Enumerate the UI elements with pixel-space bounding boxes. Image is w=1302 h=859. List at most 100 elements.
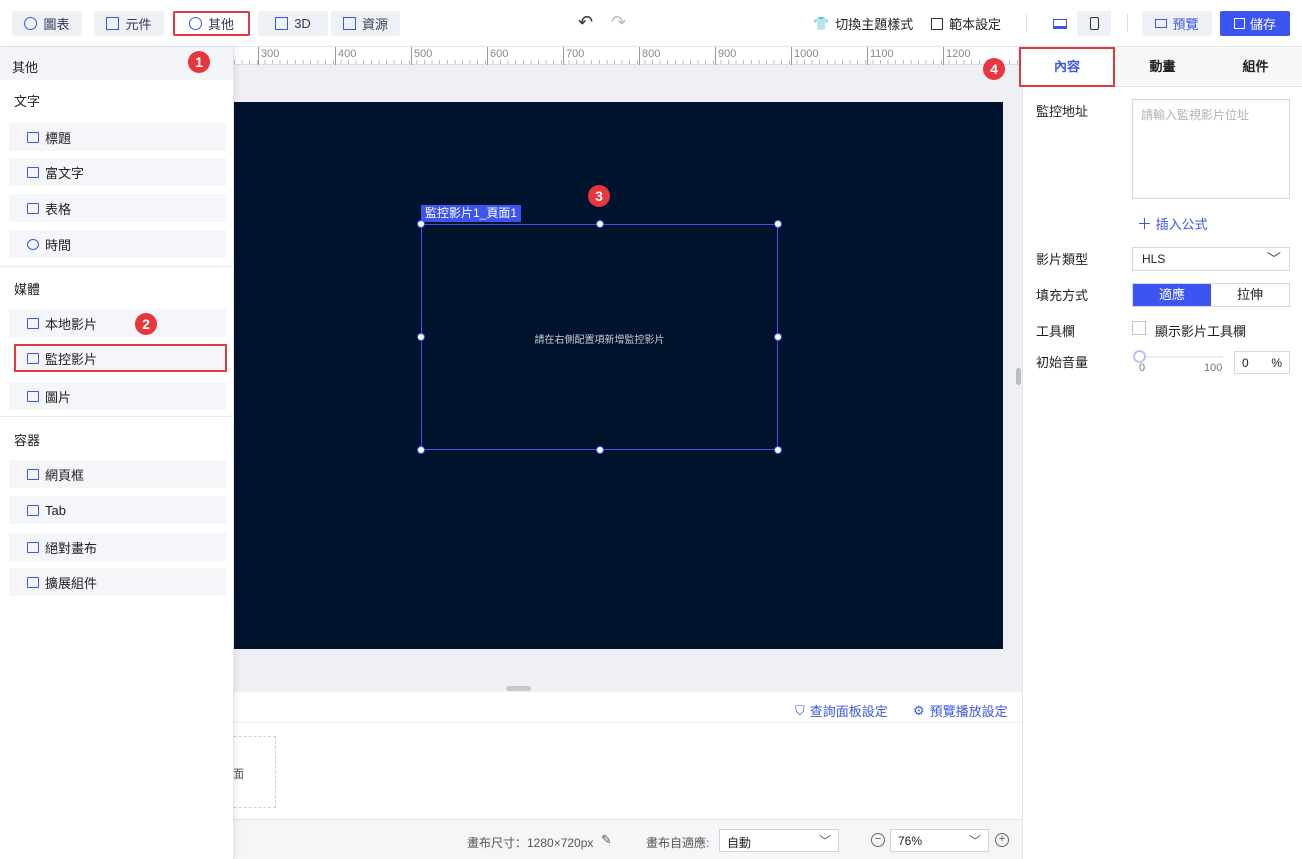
- library-item-label: 監控影片: [45, 351, 98, 367]
- resize-handle-ne[interactable]: [774, 220, 782, 228]
- toolbar-divider: [1127, 14, 1128, 32]
- section-title-text: 文字: [14, 94, 41, 109]
- canvas-icon: [27, 541, 39, 553]
- library-item-table[interactable]: 表格: [9, 194, 226, 222]
- filter-icon: ⛉: [795, 702, 805, 718]
- zoom-select[interactable]: 76% ﹀: [890, 829, 989, 852]
- theme-style-label: 切換主題樣式: [835, 17, 914, 32]
- template-settings-button[interactable]: 範本設定: [931, 14, 1001, 33]
- tab-component-label: 元件: [125, 17, 152, 32]
- volume-unit: %: [1271, 356, 1282, 370]
- canvas-adapt-value: 自動: [727, 836, 752, 850]
- ruler-tick: 1000: [791, 47, 818, 65]
- fill-mode-switch: 適應 拉伸: [1132, 283, 1290, 307]
- ruler-tick: 700: [563, 47, 584, 65]
- undo-icon[interactable]: ↶: [578, 13, 593, 31]
- tab-chart-label: 圖表: [43, 17, 70, 32]
- resize-handle-se[interactable]: [774, 446, 782, 454]
- resize-handle-sw[interactable]: [417, 446, 425, 454]
- video-type-value: HLS: [1142, 252, 1166, 266]
- desktop-view-button[interactable]: [1043, 11, 1077, 36]
- extension-icon: [27, 576, 39, 588]
- library-item-time[interactable]: 時間: [9, 230, 226, 258]
- step-badge-2: 2: [135, 313, 157, 335]
- library-item-absolute-canvas[interactable]: 絕對畫布: [9, 533, 226, 561]
- page-panel-header: ⛉ 查詢面板設定 ⚙ 預覽播放設定: [234, 692, 1022, 723]
- insert-formula-button[interactable]: ＋ 插入公式: [1137, 213, 1208, 234]
- volume-value: 0: [1242, 356, 1249, 370]
- canvas-size-text: 畫布尺寸：1280×720px: [467, 836, 594, 850]
- save-icon: [1233, 18, 1245, 29]
- folder-icon: [27, 504, 39, 516]
- resize-handle-e[interactable]: [774, 333, 782, 341]
- browser-icon: [27, 468, 39, 480]
- library-item-label: 絕對畫布: [45, 540, 98, 556]
- tab-component[interactable]: 組件: [1209, 47, 1302, 87]
- tab-content[interactable]: 內容: [1019, 47, 1115, 87]
- vertical-scrollbar[interactable]: [1016, 368, 1021, 385]
- panel-resize-handle[interactable]: [506, 686, 531, 691]
- video-placeholder-hint: 請在右側配置項新增監控影片: [534, 335, 665, 346]
- tab-chart[interactable]: 圖表: [12, 11, 82, 36]
- tab-component[interactable]: 元件: [94, 11, 164, 36]
- tab-resource[interactable]: 資源: [331, 11, 400, 36]
- resize-handle-nw[interactable]: [417, 220, 425, 228]
- monitor-icon: [1053, 18, 1067, 29]
- volume-input[interactable]: 0 %: [1234, 351, 1290, 374]
- canvas-adapt-select[interactable]: 自動 ﹀: [719, 829, 839, 852]
- url-input[interactable]: 請輸入監視影片位址: [1132, 99, 1290, 199]
- page-thumbnail[interactable]: 面: [232, 736, 276, 808]
- chart-icon: [24, 17, 38, 30]
- canvas-adapt-label: 畫布自適應:: [646, 836, 710, 850]
- more-icon: [188, 17, 202, 30]
- plus-icon: ＋: [1137, 216, 1153, 233]
- tab-3d[interactable]: 3D: [258, 11, 328, 36]
- save-label: 儲存: [1249, 17, 1276, 32]
- toolbar-divider: [1026, 14, 1027, 32]
- fill-option-stretch[interactable]: 拉伸: [1211, 284, 1289, 306]
- save-button[interactable]: 儲存: [1220, 11, 1290, 36]
- preview-button[interactable]: 預覽: [1142, 11, 1212, 36]
- preview-playback-settings[interactable]: ⚙ 預覽播放設定: [913, 701, 1008, 720]
- library-item-tab[interactable]: Tab: [9, 496, 226, 524]
- mobile-view-button[interactable]: [1077, 11, 1111, 36]
- library-item-label: 擴展組件: [45, 575, 98, 591]
- tab-other[interactable]: 其他: [173, 11, 250, 36]
- show-toolbar-checkbox[interactable]: [1132, 321, 1146, 335]
- library-item-local-video[interactable]: 本地影片: [9, 309, 226, 337]
- volume-slider-track[interactable]: [1137, 356, 1223, 358]
- ruler-tick: 900: [715, 47, 736, 65]
- chevron-down-icon: ﹀: [818, 834, 831, 848]
- properties-tabs: 內容 動畫 組件: [1019, 47, 1302, 87]
- redo-icon[interactable]: ↷: [611, 13, 626, 31]
- horizontal-ruler: 300 400 500 600 700 800 900 1000 1100 12…: [234, 47, 1022, 65]
- library-item-title[interactable]: 標題: [9, 123, 226, 151]
- resize-handle-w[interactable]: [417, 333, 425, 341]
- chevron-down-icon: ﹀: [1267, 251, 1281, 267]
- component-library-panel: 其他 文字 標題 富文字 表格 時間 媒體 本地影片 監控影片 圖片 容器 網頁…: [0, 47, 234, 859]
- zoom-out-icon[interactable]: −: [871, 833, 885, 847]
- library-item-rich-text[interactable]: 富文字: [9, 158, 226, 186]
- fill-option-fit[interactable]: 適應: [1133, 284, 1211, 306]
- zoom-in-icon[interactable]: +: [995, 833, 1009, 847]
- edit-icon[interactable]: ✎: [601, 832, 612, 848]
- theme-style-button[interactable]: 👕 切換主題樣式: [813, 14, 913, 33]
- archive-icon: [342, 17, 356, 30]
- library-item-extension[interactable]: 擴展組件: [9, 568, 226, 596]
- library-item-image[interactable]: 圖片: [9, 382, 226, 410]
- resize-handle-n[interactable]: [596, 220, 604, 228]
- device-switch: [1043, 11, 1111, 36]
- tab-other-label: 其他: [207, 17, 234, 32]
- section-title-container: 容器: [14, 433, 41, 448]
- tab-animation[interactable]: 動畫: [1116, 47, 1209, 87]
- query-panel-settings[interactable]: ⛉ 查詢面板設定: [795, 701, 888, 720]
- library-item-surveillance-video[interactable]: 監控影片: [14, 344, 227, 372]
- resize-handle-s[interactable]: [596, 446, 604, 454]
- selected-component-tag: 監控影片1_頁面1: [421, 205, 522, 222]
- ruler-tick: 600: [487, 47, 508, 65]
- video-type-select[interactable]: HLS ﹀: [1132, 247, 1290, 271]
- image-icon: [27, 390, 39, 402]
- chevron-down-icon: ﹀: [968, 834, 981, 848]
- library-item-iframe[interactable]: 網頁框: [9, 460, 226, 488]
- volume-max: 100: [1204, 362, 1223, 374]
